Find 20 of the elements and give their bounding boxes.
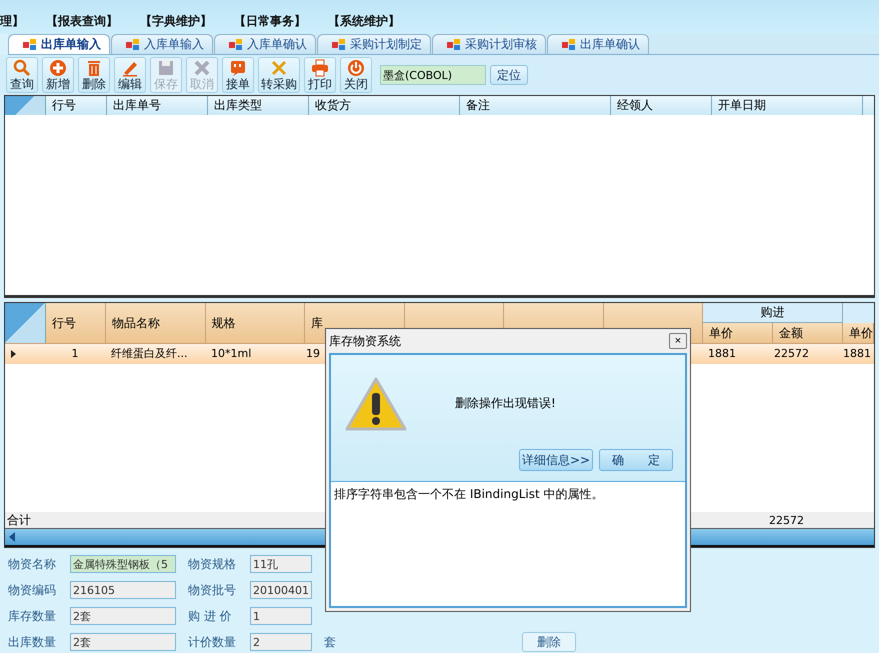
table-cell-text: 19 [305, 346, 321, 362]
field-label: 物资名称 [8, 556, 57, 572]
field-label: 物资规格 [188, 556, 237, 572]
table-cell-text: 1 [70, 346, 80, 362]
field-label: 物资编码 [8, 582, 57, 598]
table-cell-text: 22572 [773, 346, 810, 362]
table-cell-text: 10*1ml [210, 346, 252, 362]
field-label: 出库数量 [8, 634, 57, 650]
total-label: 合计 [6, 512, 31, 528]
field-label: 库存数量 [8, 608, 57, 624]
field-label: 计价数量 [188, 634, 237, 650]
field-label: 物资批号 [188, 582, 237, 598]
field-label: 购 进 价 [188, 608, 233, 624]
table-cell-text: 1881 [707, 346, 737, 362]
error-message: 删除操作出现错误! [455, 395, 556, 412]
error-details: 排序字符串包含一个不在 IBindingList 中的属性。 [331, 482, 685, 606]
table-cell-text: 纤维蛋白及纤... [110, 346, 188, 362]
total-amount: 22572 [769, 514, 804, 526]
unit-label: 套 [324, 634, 336, 650]
table-cell-text: 1881 [842, 346, 872, 362]
